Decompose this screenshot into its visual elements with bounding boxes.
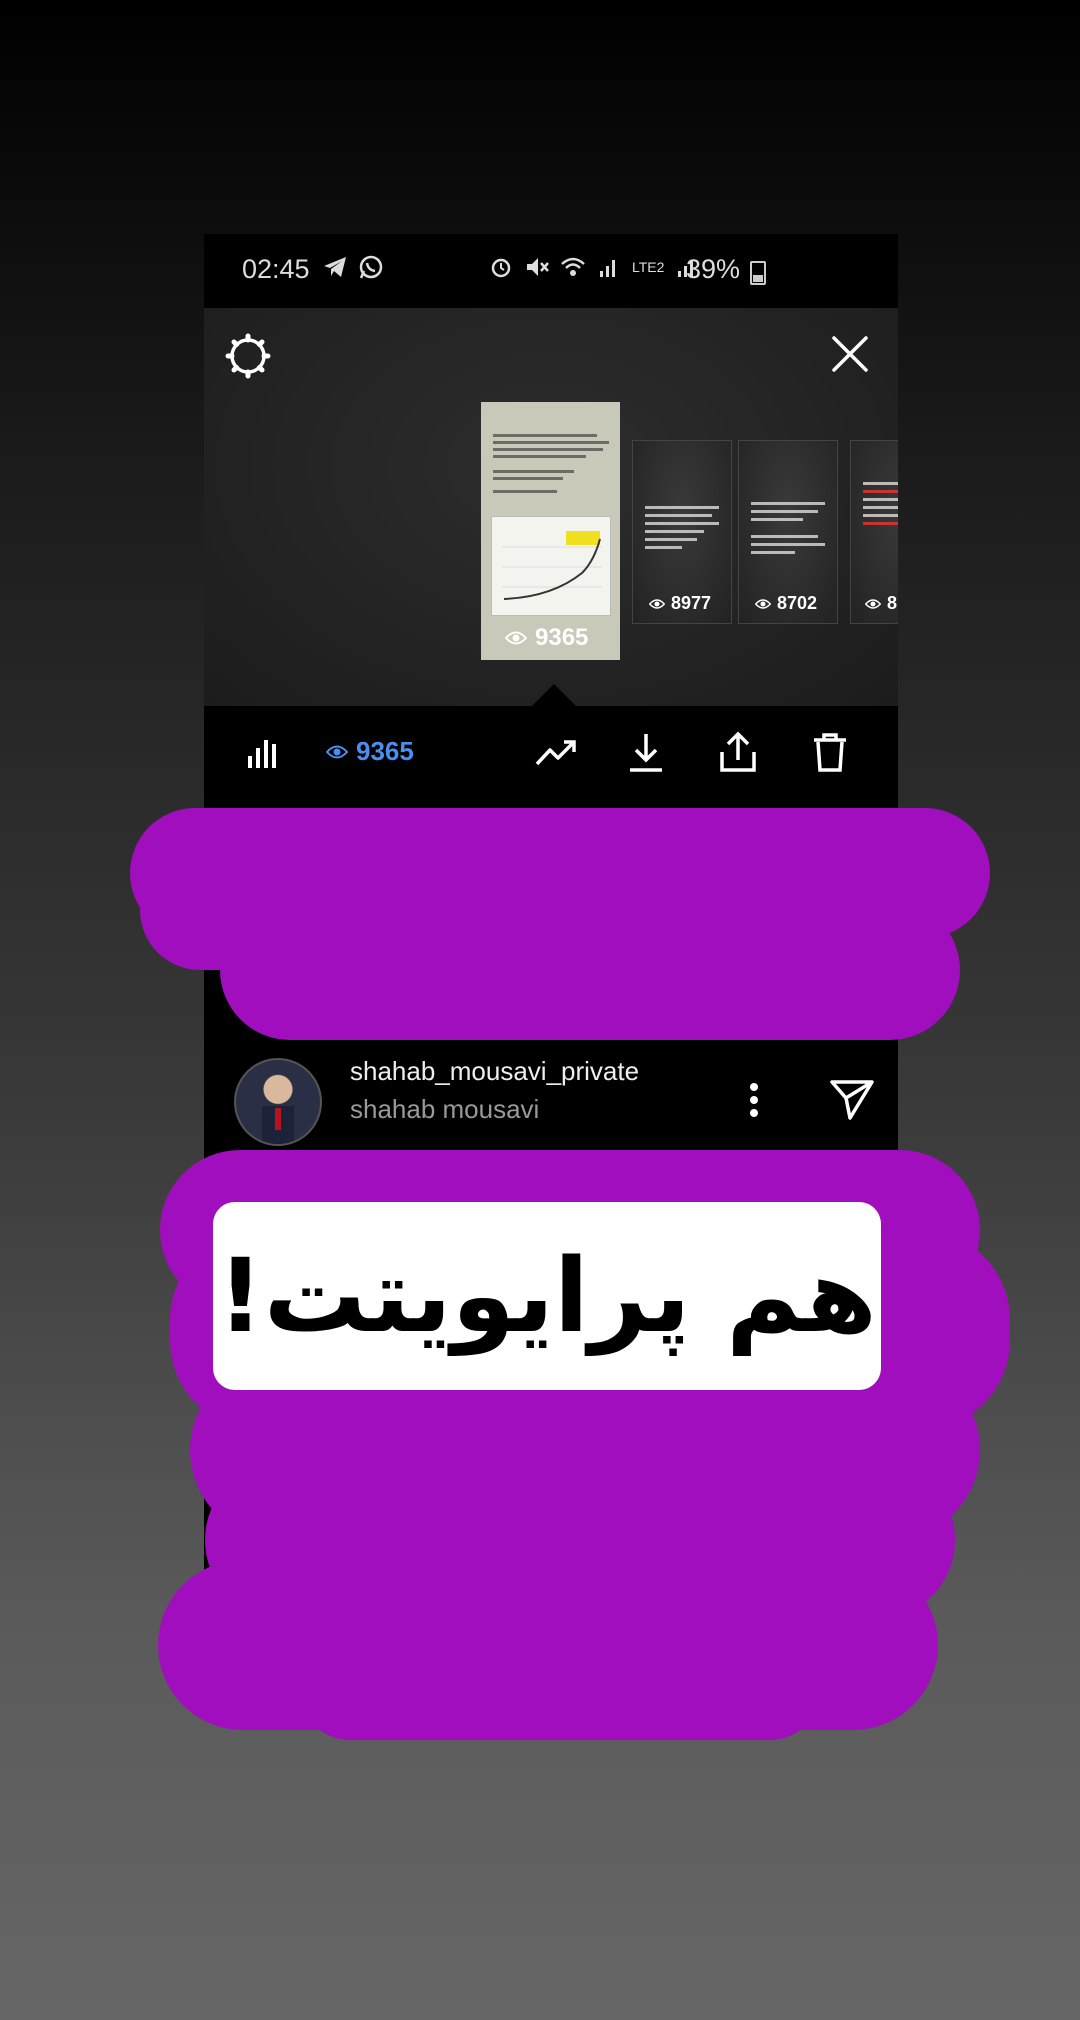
network-label: LTE2 bbox=[632, 259, 665, 275]
story-viewer: 9365 8977 8702 8 bbox=[204, 308, 898, 706]
story-views: 8702 bbox=[755, 593, 817, 614]
wifi-icon bbox=[561, 257, 585, 276]
send-icon[interactable] bbox=[828, 1074, 876, 1122]
eye-icon bbox=[865, 598, 881, 609]
more-options-icon[interactable] bbox=[748, 1082, 760, 1118]
selection-pointer bbox=[532, 684, 576, 706]
battery-icon bbox=[750, 261, 766, 285]
story-chart-image bbox=[491, 516, 611, 616]
telegram-icon bbox=[324, 257, 346, 277]
signal-icon bbox=[600, 260, 615, 277]
alarm-icon bbox=[491, 258, 511, 278]
status-time: 02:45 bbox=[242, 254, 310, 284]
story-thumbnail[interactable]: 8702 bbox=[738, 440, 838, 624]
story-views: 8977 bbox=[649, 593, 711, 614]
profile-row: shahab_mousavi_private shahab mousavi bbox=[204, 1042, 898, 1152]
battery-percent: 39% bbox=[686, 254, 741, 284]
story-action-bar: 9365 bbox=[204, 706, 898, 800]
delete-icon[interactable] bbox=[808, 730, 852, 774]
close-icon[interactable] bbox=[828, 332, 872, 376]
view-count[interactable]: 9365 bbox=[326, 736, 414, 767]
promote-icon[interactable] bbox=[534, 730, 578, 774]
eye-icon bbox=[326, 745, 348, 758]
status-right-icons: LTE2 bbox=[488, 254, 700, 280]
eye-icon bbox=[649, 598, 665, 609]
status-left-icons bbox=[322, 254, 384, 280]
share-icon[interactable] bbox=[716, 730, 760, 774]
full-name: shahab mousavi bbox=[350, 1094, 540, 1124]
story-thumbnail[interactable]: 8 bbox=[850, 440, 898, 624]
status-bar: 02:45 LTE2 39% bbox=[204, 234, 898, 308]
eye-icon bbox=[755, 598, 771, 609]
story-views: 8 bbox=[865, 593, 897, 614]
username[interactable]: shahab_mousavi_private bbox=[350, 1056, 639, 1087]
caption-sticker: هم پرایویتت! bbox=[213, 1202, 881, 1390]
eye-icon bbox=[505, 631, 527, 645]
settings-gear-icon[interactable] bbox=[224, 332, 272, 380]
download-icon[interactable] bbox=[624, 730, 668, 774]
avatar[interactable] bbox=[234, 1058, 322, 1146]
story-views: 9365 bbox=[505, 624, 588, 652]
bar-chart-icon[interactable] bbox=[246, 734, 280, 770]
story-text-lines bbox=[493, 430, 609, 497]
whatsapp-icon bbox=[359, 255, 383, 279]
story-thumbnail-selected[interactable]: 9365 bbox=[481, 402, 620, 660]
mute-icon bbox=[527, 258, 549, 276]
story-thumbnail[interactable]: 8977 bbox=[632, 440, 732, 624]
